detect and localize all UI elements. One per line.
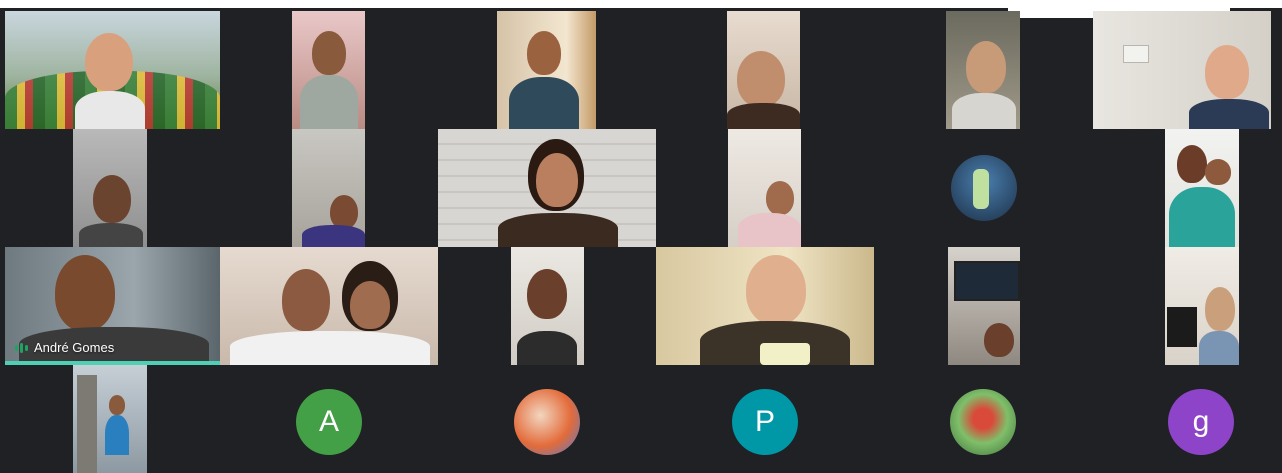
video-tile-participant-6[interactable] — [1093, 11, 1271, 129]
video-tile-participant-3[interactable] — [497, 11, 596, 129]
video-tile-participant-9[interactable] — [438, 129, 656, 247]
avatar-initial: g — [1192, 405, 1210, 438]
participant-photo-avatar-2[interactable] — [514, 389, 580, 455]
video-tile-participant-15[interactable] — [948, 247, 1020, 365]
video-tile-participant-12[interactable] — [220, 247, 438, 365]
speaker-name: André Gomes — [34, 340, 115, 355]
participant-photo-avatar-1[interactable] — [951, 155, 1017, 221]
meeting-video-grid: André Gomes A P g — [0, 8, 1282, 473]
speaker-name-label: André Gomes — [15, 340, 114, 355]
participant-photo-avatar-3[interactable] — [950, 389, 1016, 455]
video-tile-participant-16[interactable] — [1165, 247, 1239, 365]
video-tile-participant-8[interactable] — [292, 129, 365, 247]
participant-initial-avatar-a[interactable]: A — [296, 389, 362, 455]
video-tile-participant-1[interactable] — [5, 11, 220, 129]
video-tile-participant-2[interactable] — [292, 11, 365, 129]
video-tile-active-speaker[interactable]: André Gomes — [5, 247, 220, 365]
video-tile-participant-4[interactable] — [727, 11, 800, 129]
video-tile-participant-7[interactable] — [73, 129, 147, 247]
audio-level-icon — [15, 342, 28, 353]
video-tile-participant-14[interactable] — [656, 247, 874, 365]
video-tile-participant-10[interactable] — [728, 129, 801, 247]
avatar-initial: A — [318, 405, 339, 438]
avatar-initial: P — [754, 405, 775, 438]
video-tile-participant-17[interactable] — [73, 365, 147, 473]
video-tile-participant-5[interactable] — [946, 11, 1020, 129]
participant-initial-avatar-p[interactable]: P — [732, 389, 798, 455]
video-tile-participant-11[interactable] — [1165, 129, 1239, 247]
video-tile-participant-13[interactable] — [511, 247, 584, 365]
participant-initial-avatar-g[interactable]: g — [1168, 389, 1234, 455]
